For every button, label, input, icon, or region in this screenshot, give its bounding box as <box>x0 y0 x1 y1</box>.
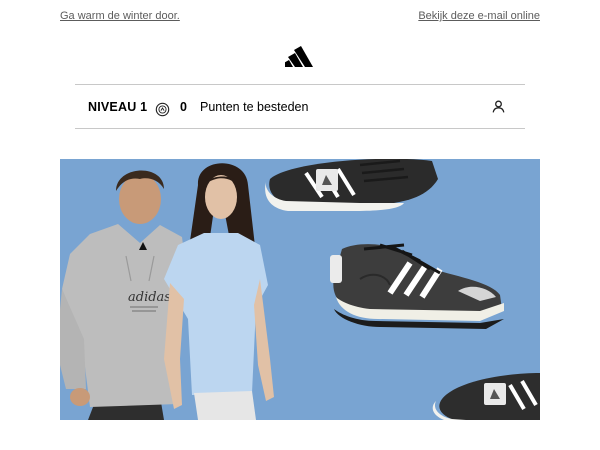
hoodie-print: adidas <box>128 290 171 305</box>
divider-bottom <box>75 128 525 129</box>
points-value: 0 <box>180 100 187 114</box>
winter-promo-link[interactable]: Ga warm de winter door. <box>60 10 180 22</box>
divider-top <box>75 84 525 85</box>
hero-banner[interactable]: adidas <box>60 159 540 420</box>
user-icon[interactable] <box>492 100 505 113</box>
view-online-link[interactable]: Bekijk deze e-mail online <box>418 10 540 22</box>
sneaker-bottom <box>432 373 540 420</box>
adidas-logo-icon[interactable] <box>284 45 316 67</box>
model-woman-tee <box>164 163 274 420</box>
points-label: Punten te besteden <box>200 100 309 114</box>
model-man-hoodie: adidas <box>60 170 186 420</box>
sneaker-main <box>330 243 504 329</box>
loyalty-level: NIVEAU 1 <box>88 100 148 114</box>
points-coin-icon <box>155 102 170 117</box>
sneaker-top <box>265 159 438 211</box>
